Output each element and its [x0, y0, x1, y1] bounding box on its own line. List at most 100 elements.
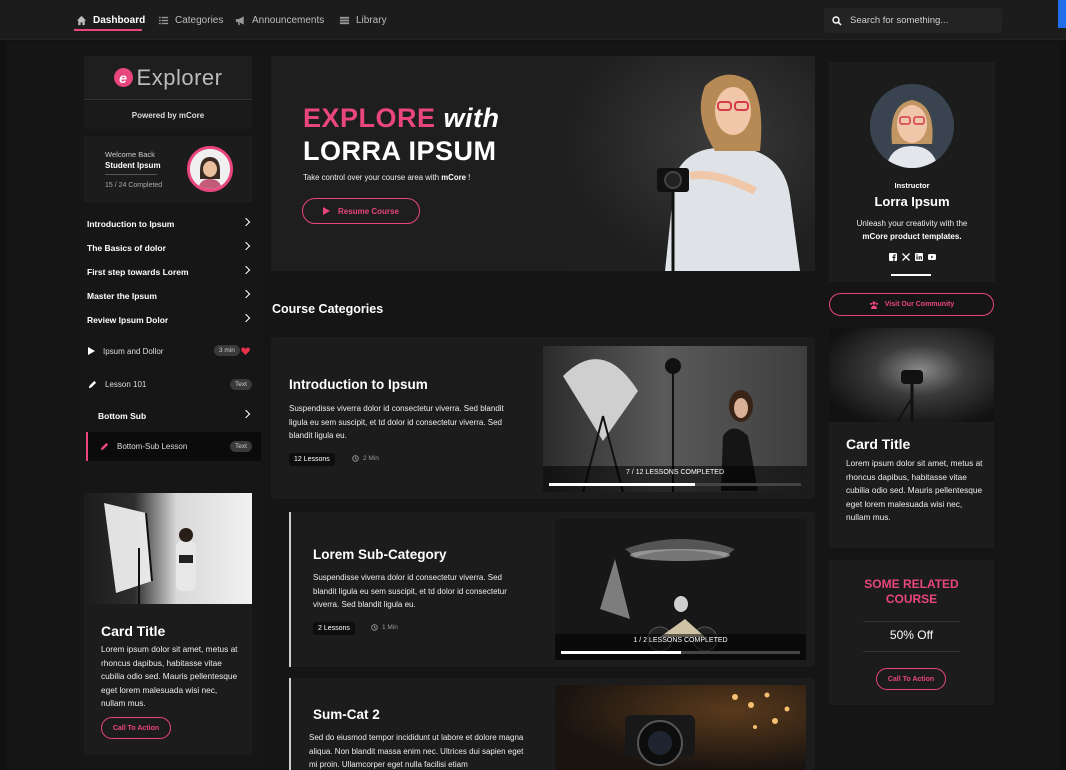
hero-subtitle-end: !: [465, 173, 471, 182]
course-card[interactable]: Sum-Cat 2 Sed do eiusmod tempor incididu…: [291, 678, 815, 770]
card-text: Lorem ipsum dolor sit amet, metus at rho…: [846, 458, 983, 522]
visit-community-label: Visit Our Community: [884, 301, 955, 308]
instructor-description: Unleash your creativity with the mCore pr…: [829, 217, 995, 243]
search-icon: [832, 15, 842, 26]
progress-bar: [549, 483, 801, 486]
completion-progress: 15 / 24 Completed: [105, 182, 163, 189]
card-image: [829, 328, 994, 422]
card-image: [84, 493, 252, 604]
call-to-action-button[interactable]: Call To Action: [876, 668, 946, 690]
sidebar-item-review[interactable]: Review Ipsum Dolor: [76, 308, 261, 332]
nav-active-indicator: [74, 29, 142, 31]
course-image: [555, 685, 806, 770]
hero-name: LORRA IPSUM: [303, 136, 497, 166]
social-links: [889, 253, 936, 261]
clock-icon: [371, 624, 378, 631]
resume-course-label: Resume Course: [338, 206, 399, 216]
hero-subtitle-brand: mCore: [441, 173, 466, 182]
related-title-line1: SOME RELATED: [864, 577, 959, 591]
course-title: Introduction to Ipsum: [289, 377, 428, 392]
sidebar-item-label: Review Ipsum Dolor: [87, 315, 169, 325]
megaphone-icon: [235, 15, 244, 25]
powered-by: Powered by mCore: [84, 101, 252, 129]
sidebar-item-first-step[interactable]: First step towards Lorem: [76, 260, 261, 284]
x-icon[interactable]: [902, 253, 910, 261]
course-duration: 1 Min: [371, 624, 398, 631]
nav-categories-label: Categories: [175, 14, 224, 26]
course-image: 1 / 2 LESSONS COMPLETED: [555, 519, 806, 660]
sidebar-item-bottom-sub[interactable]: Bottom Sub: [76, 404, 261, 428]
section-title: Course Categories: [272, 302, 384, 316]
nav-library[interactable]: Library: [339, 0, 387, 40]
lesson-label: Lesson 101: [105, 379, 147, 389]
chevron-right-icon: [241, 409, 251, 419]
hero-heading-with: with: [443, 103, 500, 133]
play-icon: [88, 347, 95, 355]
student-avatar[interactable]: [187, 146, 233, 192]
course-description: Suspendisse viverra dolor id consectetur…: [289, 404, 504, 440]
duration-label: 1 Min: [382, 624, 398, 631]
progress-text: 1 / 2 LESSONS COMPLETED: [633, 637, 728, 644]
hero-banner: EXPLORE with LORRA IPSUM Take control ov…: [271, 56, 815, 271]
sidebar-item-basics[interactable]: The Basics of dolor: [76, 236, 261, 260]
chevron-right-icon: [241, 217, 251, 227]
sidebar-item-label: First step towards Lorem: [87, 267, 189, 277]
course-card[interactable]: Lorem Sub-Category Suspendisse viverra d…: [291, 512, 815, 667]
play-icon: [323, 207, 331, 215]
youtube-icon[interactable]: [928, 253, 936, 261]
course-duration: 2 Min: [352, 455, 379, 462]
progress-text: 7 / 12 LESSONS COMPLETED: [625, 469, 725, 476]
course-card[interactable]: Introduction to Ipsum Suspendisse viverr…: [271, 337, 815, 499]
chevron-right-icon: [241, 289, 251, 299]
lesson-label: Ipsum and Dollor: [103, 346, 164, 356]
instructor-photo: [870, 84, 954, 168]
course-description: Suspendisse viverra dolor id consectetur…: [313, 573, 507, 609]
search-input[interactable]: Search for something...: [824, 8, 1002, 33]
welcome-divider: [105, 174, 157, 175]
hero-heading-explore: EXPLORE: [303, 103, 436, 133]
nav-announcements[interactable]: Announcements: [235, 0, 324, 40]
sidebar-item-master[interactable]: Master the Ipsum: [76, 284, 261, 308]
nav-dashboard[interactable]: Dashboard: [76, 0, 145, 40]
instructor-avatar[interactable]: [870, 84, 954, 168]
type-badge: Text: [230, 441, 252, 452]
nav-categories[interactable]: Categories: [158, 0, 223, 40]
linkedin-icon[interactable]: [915, 253, 923, 261]
chevron-right-icon: [241, 313, 251, 323]
logo[interactable]: e Explorer: [84, 56, 252, 100]
related-divider: [863, 651, 960, 652]
welcome-card: Welcome Back Student Ipsum 15 / 24 Compl…: [84, 136, 252, 202]
sidebar-item-label: Bottom Sub: [98, 411, 147, 421]
clock-icon: [352, 455, 359, 462]
sidebar-item-introduction[interactable]: Introduction to Ipsum: [76, 212, 261, 236]
logo-text: Explorer: [136, 64, 223, 90]
heart-icon[interactable]: [241, 347, 250, 355]
nav-dashboard-label: Dashboard: [93, 14, 146, 26]
facebook-icon[interactable]: [889, 253, 897, 261]
photographer-illustration: [104, 503, 196, 604]
sidebar-item-label: Introduction to Ipsum: [87, 219, 175, 229]
sidebar-card: Card Title Lorem ipsum dolor sit amet, m…: [84, 493, 252, 755]
student-photo: [190, 149, 230, 189]
progress-fill: [549, 483, 696, 486]
sidebar-item-label: Master the Ipsum: [87, 291, 157, 301]
hero-subtitle-text: Take control over your course area with: [303, 173, 442, 182]
card-title: Card Title: [101, 623, 166, 639]
course-title: Sum-Cat 2: [313, 707, 380, 722]
list-icon: [158, 16, 169, 24]
welcome-greeting: Welcome Back: [105, 150, 155, 159]
resume-course-button[interactable]: Resume Course: [302, 198, 420, 224]
instructor-card: Instructor Lorra Ipsum Unleash your crea…: [829, 62, 995, 282]
lessons-count: 12 Lessons: [289, 453, 335, 466]
visit-community-button[interactable]: Visit Our Community: [829, 293, 994, 316]
nav-library-label: Library: [356, 14, 387, 26]
nav-announcements-label: Announcements: [252, 14, 325, 26]
type-badge: Text: [230, 379, 252, 390]
call-to-action-button[interactable]: Call To Action: [101, 717, 171, 739]
instructor-desc-text: Unleash your creativity with the: [856, 219, 968, 228]
card-text: Lorem ipsum dolor sit amet, metus at rho…: [101, 644, 238, 708]
camera-photo: [625, 692, 790, 766]
duration-label: 2 Min: [363, 455, 379, 462]
chevron-right-icon: [241, 241, 251, 251]
progress-overlay: 1 / 2 LESSONS COMPLETED: [555, 634, 806, 660]
